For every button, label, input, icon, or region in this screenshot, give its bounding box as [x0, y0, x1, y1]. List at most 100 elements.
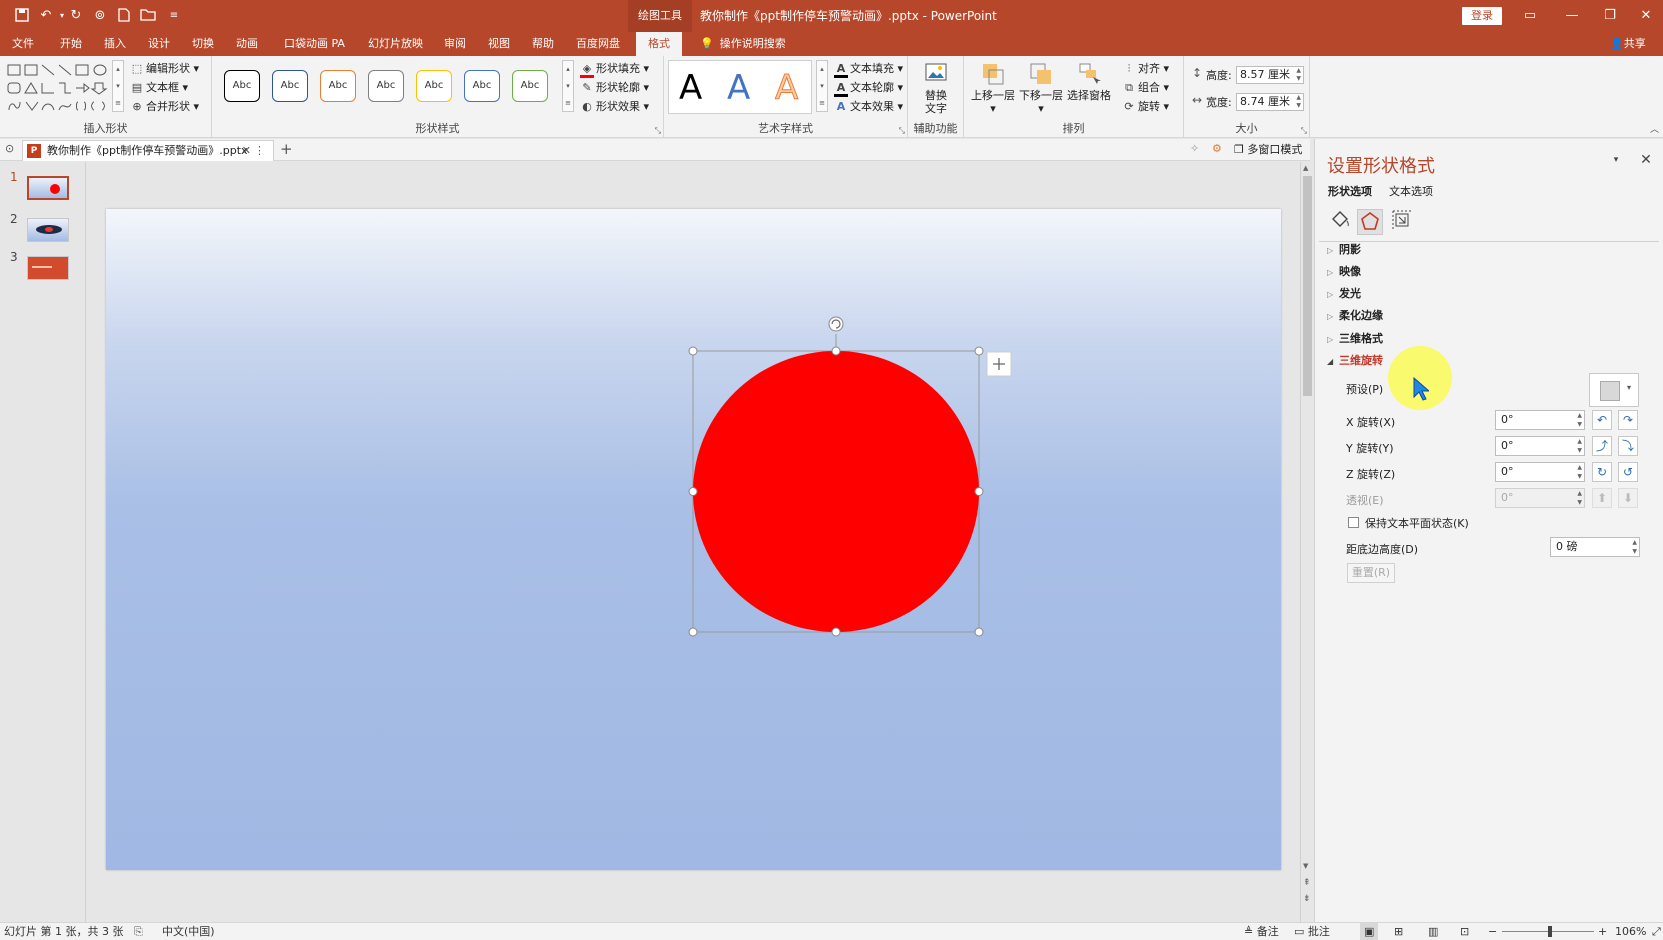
resize-handle[interactable]	[688, 487, 698, 496]
magic-icon[interactable]: ✧	[1190, 142, 1199, 155]
wordart-gallery-scroll[interactable]: ▴ ▾ ≡	[816, 60, 828, 112]
zoom-in-icon[interactable]: +	[1598, 923, 1607, 940]
spinner-icon[interactable]: ▲ ▼	[1632, 538, 1637, 556]
language-status[interactable]: 中文(中国)	[162, 923, 215, 940]
x-rotate-left-icon[interactable]: ↶	[1592, 410, 1612, 430]
slide-thumbnail-1[interactable]	[27, 176, 69, 200]
tab-design[interactable]: 设计	[148, 32, 170, 56]
shape-style-thumb[interactable]: Abc	[224, 70, 260, 102]
section-shadow[interactable]: ▷ 阴影	[1327, 241, 1361, 257]
group-button[interactable]: ⧉ 组合 ▾	[1122, 79, 1169, 97]
spinner-icon[interactable]: ▲ ▼	[1577, 463, 1582, 481]
start-from-beginning-icon[interactable]: ⊚	[92, 8, 108, 24]
section-glow[interactable]: ▷ 发光	[1327, 285, 1361, 301]
zoom-level[interactable]: 106%	[1615, 923, 1646, 940]
dialog-launcher-icon[interactable]: ⤡	[655, 126, 661, 136]
settings-gear-icon[interactable]: ⚙	[1212, 142, 1222, 155]
effects-pentagon-icon[interactable]	[1357, 209, 1383, 235]
tell-me-search[interactable]: 💡 操作说明搜索	[700, 32, 786, 56]
rotate-button[interactable]: ⟳ 旋转 ▾	[1122, 98, 1169, 116]
close-window-icon[interactable]: ✕	[1636, 6, 1656, 26]
z-rotate-counterclockwise-icon[interactable]: ↺	[1618, 462, 1638, 482]
dialog-launcher-icon[interactable]: ⤡	[899, 126, 905, 136]
vertical-scrollbar[interactable]: ▲ ▼ ⇞ ⇟	[1300, 162, 1314, 922]
height-spinner-icon[interactable]: ▲ ▼	[1296, 67, 1301, 83]
previous-slide-icon[interactable]: ⇞	[1303, 878, 1311, 888]
z-rotate-clockwise-icon[interactable]: ↻	[1592, 462, 1612, 482]
layout-options-icon[interactable]	[986, 351, 1012, 377]
shape-options-tab[interactable]: 形状选项	[1328, 183, 1372, 199]
text-options-tab[interactable]: 文本选项	[1389, 183, 1433, 199]
slide-sorter-icon[interactable]: ⊞	[1394, 923, 1403, 940]
text-effect-button[interactable]: A 文本效果 ▾	[834, 98, 903, 116]
height-input[interactable]: 8.57 厘米 ▲ ▼	[1236, 66, 1304, 84]
spinner-icon[interactable]: ▲ ▼	[1577, 437, 1582, 455]
share-button[interactable]: 👤共享	[1610, 32, 1646, 56]
restore-icon[interactable]: ❐	[1600, 6, 1620, 26]
ribbon-display-icon[interactable]: ▭	[1520, 6, 1540, 26]
resize-handle[interactable]	[974, 487, 984, 496]
slideshow-view-icon[interactable]: ⊡	[1460, 923, 1469, 940]
scroll-down-icon[interactable]: ▼	[1303, 862, 1308, 870]
tab-animations[interactable]: 动画	[236, 32, 258, 56]
wordart-black[interactable]: A	[679, 65, 702, 111]
spinner-icon[interactable]: ▲ ▼	[1577, 411, 1582, 429]
comments-button[interactable]: ▭ 批注	[1294, 923, 1330, 940]
zoom-out-icon[interactable]: −	[1488, 923, 1497, 940]
width-input[interactable]: 8.74 厘米 ▲ ▼	[1236, 93, 1304, 111]
scroll-up-icon[interactable]: ▲	[1303, 164, 1308, 172]
shapes-gallery-scroll[interactable]: ▴ ▾ ≡	[112, 60, 124, 112]
undo-icon[interactable]: ↶	[38, 8, 54, 24]
x-rotate-right-icon[interactable]: ↷	[1618, 410, 1638, 430]
scroll-thumb[interactable]	[1303, 176, 1312, 396]
shapes-gallery-icon[interactable]	[6, 62, 118, 114]
send-backward-button[interactable]: 下移一层 ▾	[1018, 62, 1064, 115]
document-tab[interactable]: P 教你制作《ppt制作停车预警动画》.pptx ✕ ⋮	[22, 140, 274, 161]
tab-insert[interactable]: 插入	[104, 32, 126, 56]
z-rotation-input[interactable]: 0° ▲ ▼	[1495, 462, 1585, 482]
tab-baidu-netdisk[interactable]: 百度网盘	[576, 32, 620, 56]
red-circle-shape[interactable]	[693, 351, 979, 632]
customize-toolbar-icon[interactable]: ≡	[166, 8, 182, 24]
shape-fill-button[interactable]: ◈ 形状填充 ▾	[580, 60, 649, 78]
wordart-gallery[interactable]: A A A	[668, 60, 812, 114]
shape-style-thumb[interactable]: Abc	[464, 70, 500, 102]
normal-view-icon[interactable]: ▣	[1360, 923, 1379, 940]
tab-pocket-animation[interactable]: 口袋动画 PA	[284, 32, 345, 56]
tab-review[interactable]: 审阅	[444, 32, 466, 56]
tab-transitions[interactable]: 切换	[192, 32, 214, 56]
resize-handle[interactable]	[688, 346, 698, 356]
text-box-button[interactable]: ▤ 文本框 ▾	[130, 79, 188, 97]
wordart-orange-outline[interactable]: A	[774, 65, 798, 111]
y-rotate-down-icon[interactable]: ⤵	[1618, 436, 1638, 456]
align-button[interactable]: ⫶ 对齐 ▾	[1122, 60, 1169, 78]
shape-outline-button[interactable]: ✎ 形状轮廓 ▾	[580, 79, 649, 97]
pane-options-icon[interactable]: ▾	[1607, 151, 1625, 169]
alt-text-button[interactable]: 替换 文字	[916, 62, 956, 115]
shape-styles-scroll[interactable]: ▴ ▾ ≡	[562, 60, 574, 112]
fill-line-icon[interactable]	[1327, 209, 1353, 235]
section-soft-edges[interactable]: ▷ 柔化边缘	[1327, 307, 1383, 323]
size-properties-icon[interactable]	[1389, 209, 1415, 235]
text-fill-button[interactable]: A 文本填充 ▾	[834, 60, 903, 78]
close-pane-icon[interactable]: ✕	[1637, 151, 1655, 169]
shape-effect-button[interactable]: ◐ 形状效果 ▾	[580, 98, 649, 116]
new-tab-icon[interactable]: +	[280, 140, 293, 158]
preset-dropdown[interactable]: ▾	[1589, 373, 1639, 407]
section-3d-rotation[interactable]: ◢ 三维旋转	[1327, 352, 1383, 368]
resize-handle[interactable]	[831, 627, 841, 637]
collapse-ribbon-icon[interactable]: ︿	[1650, 122, 1659, 135]
bring-forward-button[interactable]: 上移一层 ▾	[970, 62, 1016, 115]
notes-button[interactable]: ≜ 备注	[1244, 923, 1279, 940]
tab-file[interactable]: 文件	[12, 32, 34, 56]
shape-style-thumb[interactable]: Abc	[272, 70, 308, 102]
x-rotation-input[interactable]: 0° ▲ ▼	[1495, 410, 1585, 430]
redo-icon[interactable]: ↻	[68, 8, 84, 24]
text-outline-button[interactable]: A 文本轮廓 ▾	[834, 79, 903, 97]
minimize-icon[interactable]: —	[1562, 6, 1582, 26]
tab-home[interactable]: 开始	[60, 32, 82, 56]
wordart-blue[interactable]: A	[727, 65, 750, 111]
keep-text-flat-checkbox[interactable]	[1348, 517, 1359, 528]
new-file-icon[interactable]	[116, 8, 132, 24]
edit-shape-button[interactable]: ⬚ 编辑形状 ▾	[130, 60, 199, 78]
